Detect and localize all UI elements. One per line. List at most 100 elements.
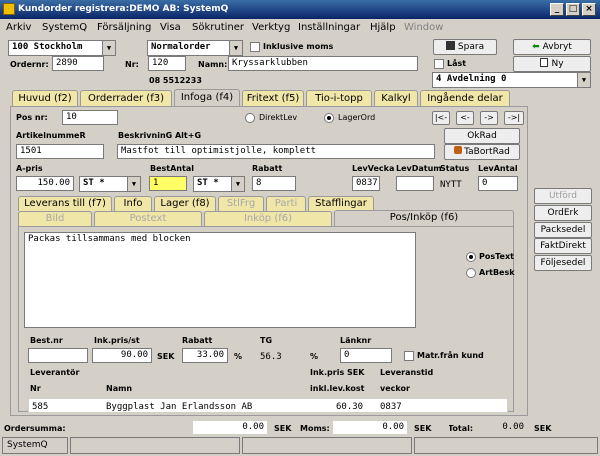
tg-label: TG [260, 336, 273, 345]
menu-forsaljning[interactable]: Försäljning [97, 22, 151, 33]
nav-next-button[interactable]: -> [480, 111, 498, 125]
tab-info[interactable]: Info [114, 196, 152, 211]
tab-inkop[interactable]: Inköp (f6) [204, 211, 332, 226]
maximize-button[interactable]: □ [566, 3, 580, 16]
pos-rabatt-field[interactable]: 33.00 [182, 348, 228, 363]
supplier-row[interactable] [28, 398, 508, 413]
tabortrad-button[interactable]: TaBortRad [444, 144, 520, 160]
menu-window[interactable]: Window [404, 22, 443, 33]
floppy-icon [445, 41, 455, 50]
tab-infoga[interactable]: Infoga (f4) [174, 89, 240, 107]
tab-stafflingar[interactable]: Stafflingar [308, 196, 374, 211]
pos-text-area[interactable]: Packas tillsammans med blocken [24, 232, 416, 328]
menu-arkiv[interactable]: Arkiv [6, 22, 31, 33]
menu-systemq[interactable]: SystemQ [42, 22, 87, 33]
tab-pos-inkop[interactable]: Pos/Inköp (f6) [334, 210, 514, 227]
faktdirekt-button[interactable]: FaktDirekt [534, 238, 592, 254]
ordersumma-value: 0.00 [192, 420, 268, 435]
inkpris-currency: SEK [157, 352, 175, 361]
matr-checkbox[interactable] [404, 351, 414, 361]
lanknr-field[interactable]: 0 [340, 348, 392, 363]
unit1-select[interactable]: ST * ▼ [79, 176, 141, 192]
minimize-button[interactable]: _ [550, 3, 564, 16]
chevron-down-icon: ▼ [229, 41, 242, 55]
menu-hjalp[interactable]: Hjälp [370, 22, 396, 33]
title-bar: Kundorder registrera:DEMO AB: SystemQ _ … [0, 0, 600, 19]
nav-first-button[interactable]: |<- [432, 111, 450, 125]
rabatt-label: Rabatt [252, 164, 283, 173]
menu-installningar[interactable]: Inställningar [298, 22, 360, 33]
total-value: 0.00 [448, 420, 528, 435]
new-document-icon [540, 58, 549, 67]
levantal-field[interactable]: 0 [478, 176, 518, 191]
customer-name-field[interactable]: Kryssarklubben [228, 56, 418, 71]
tab-huvud[interactable]: Huvud (f2) [12, 90, 78, 106]
lagerord-radio[interactable] [324, 113, 334, 123]
store-select[interactable]: 100 Stockholm ▼ [8, 40, 116, 56]
tab-orderrader[interactable]: Orderrader (f3) [80, 90, 172, 106]
utford-button[interactable]: Utförd [534, 188, 592, 204]
artbesk-radio[interactable] [466, 268, 476, 278]
store-value: 100 Stockholm [12, 42, 83, 52]
phone-text: 08 5512233 [149, 76, 202, 85]
incl-vat-label: Inklusive moms [263, 42, 334, 51]
save-label: Spara [457, 42, 485, 52]
tg-percent: % [310, 352, 319, 361]
bestnr-field[interactable] [28, 348, 88, 363]
ordertype-select[interactable]: Normalorder ▼ [147, 40, 243, 56]
leverantor-label: Leverantör [30, 368, 80, 377]
direktlev-label: DirektLev [259, 113, 298, 122]
tab-postext[interactable]: Postext [94, 211, 202, 226]
tab-stlfrg[interactable]: StlFrg [218, 196, 264, 211]
ordertype-value: Normalorder [151, 42, 211, 52]
close-button[interactable]: × [582, 3, 596, 16]
tab-kalkyl[interactable]: Kalkyl [374, 90, 418, 106]
posnr-field[interactable]: 10 [62, 110, 118, 125]
packsedel-button[interactable]: Packsedel [534, 222, 592, 238]
bestnr-label: Best.nr [30, 336, 63, 345]
incl-vat-checkbox[interactable] [250, 42, 260, 52]
inkpris-field[interactable]: 90.00 [92, 348, 152, 363]
customer-nr-field[interactable]: 120 [148, 56, 186, 71]
unit2-select[interactable]: ST * ▼ [193, 176, 245, 192]
tab-parti[interactable]: Parti [266, 196, 306, 211]
bestantal-field[interactable]: 1 [149, 176, 187, 191]
nav-prev-button[interactable]: <- [456, 111, 474, 125]
statusbar-cell-1 [70, 437, 240, 454]
menu-verktyg[interactable]: Verktyg [252, 22, 290, 33]
lev-kost-value: 60.30 [336, 402, 364, 412]
levdatum-field[interactable] [396, 176, 434, 191]
rabatt-field[interactable]: 8 [252, 176, 296, 191]
desc-field[interactable]: Mastfot till optimistjolle, komplett [117, 144, 435, 159]
tab-bild[interactable]: Bild [18, 211, 92, 226]
namn-label: Namn: [198, 60, 228, 69]
tab-leverans-till[interactable]: Leverans till (f7) [18, 196, 112, 211]
orderk-button[interactable]: OrdErk [534, 205, 592, 221]
levvecka-field[interactable]: 0837 [352, 176, 380, 191]
new-button[interactable]: Ny [513, 56, 591, 72]
tab-fritext[interactable]: Fritext (f5) [242, 90, 304, 106]
direktlev-radio[interactable] [245, 113, 255, 123]
tg-value: 56.3 [260, 352, 282, 362]
nav-last-button[interactable]: ->| [504, 111, 524, 125]
apris-field[interactable]: 150.00 [16, 176, 74, 191]
foljesedel-button[interactable]: Följesedel [534, 255, 592, 271]
lev-nr-label: Nr [30, 384, 41, 393]
veckor-label: veckor [380, 384, 410, 393]
cancel-button[interactable]: ⬅ Avbryt [513, 39, 591, 55]
department-select[interactable]: 4 Avdelning 0 ▼ [432, 72, 591, 88]
bestantal-label: BestAntal [150, 164, 194, 173]
menu-visa[interactable]: Visa [160, 22, 181, 33]
menu-sokrutiner[interactable]: Sökrutiner [192, 22, 244, 33]
ordernr-field[interactable]: 2890 [52, 56, 104, 71]
lagerord-label: LagerOrd [338, 113, 376, 122]
tabortrad-label: TaBortRad [464, 147, 510, 157]
save-button[interactable]: Spara [433, 39, 497, 55]
artnr-field[interactable]: 1501 [16, 144, 104, 159]
okrad-button[interactable]: OkRad [444, 128, 520, 144]
postext-radio[interactable] [466, 252, 476, 262]
tab-tio-i-topp[interactable]: Tio-i-topp [306, 90, 372, 106]
tab-ingaende-delar[interactable]: Ingående delar [420, 90, 510, 106]
tab-lager[interactable]: Lager (f8) [154, 196, 216, 211]
locked-checkbox[interactable] [434, 59, 444, 69]
